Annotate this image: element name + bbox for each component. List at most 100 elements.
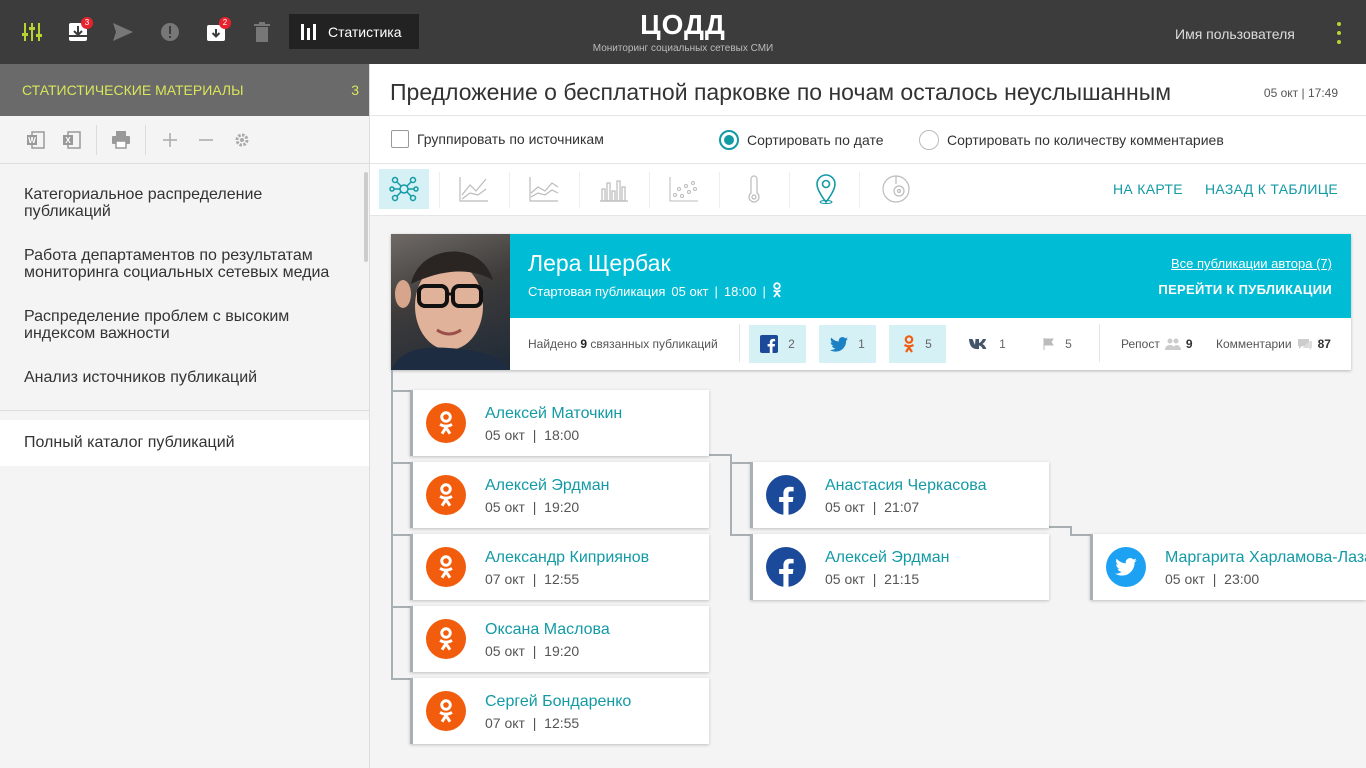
author-header: Лера Щербак Стартовая публикация 05 окт … — [510, 234, 1351, 318]
word-export-icon[interactable]: W — [24, 128, 48, 152]
vk-filter[interactable]: 1 — [959, 325, 1016, 363]
svg-text:W: W — [28, 136, 36, 145]
more-menu-icon[interactable] — [1330, 22, 1348, 44]
publication-date: 05 окт | 21:07 — [825, 499, 920, 515]
comments-count: 87 — [1317, 337, 1331, 351]
publication-author[interactable]: Александр Киприянов — [485, 549, 649, 567]
sort-by-date-option[interactable]: Сортировать по дате — [719, 130, 883, 150]
sidebar: СТАТИСТИЧЕСКИЕ МАТЕРИАЛЫ 3 W X Категориа… — [0, 64, 370, 768]
sidebar-item-full-catalog[interactable]: Полный каталог публикаций — [0, 420, 369, 466]
view-divider — [719, 172, 720, 208]
publication-author[interactable]: Анастасия Черкасова — [825, 477, 987, 495]
facebook-icon — [760, 335, 779, 353]
publication-card[interactable]: Сергей Бондаренко 07 окт | 12:55 — [410, 678, 709, 744]
sidebar-scrollbar[interactable] — [364, 172, 368, 262]
facebook-count: 2 — [788, 337, 795, 351]
publication-card[interactable]: Алексей Эрдман 05 окт | 19:20 — [410, 462, 709, 528]
network-graph-icon[interactable] — [379, 169, 429, 209]
excel-export-icon[interactable]: X — [60, 128, 84, 152]
area-chart-icon[interactable] — [519, 169, 569, 209]
tree-line — [391, 370, 393, 680]
send-icon[interactable] — [105, 14, 141, 50]
publication-card[interactable]: Алексей Маточкин 05 окт | 18:00 — [410, 390, 709, 456]
flag-filter[interactable]: 5 — [1029, 325, 1086, 363]
found-prefix: Найдено — [528, 337, 578, 351]
page-title: Предложение о бесплатной парковке по ноч… — [390, 79, 1172, 105]
user-name[interactable]: Имя пользователя — [1175, 26, 1295, 42]
publication-card[interactable]: Александр Киприянов 07 окт | 12:55 — [410, 534, 709, 600]
sort-by-comments-option[interactable]: Сортировать по количеству комментариев — [919, 130, 1224, 150]
sidebar-item-category-distribution[interactable]: Категориальное распределение публикаций — [0, 186, 369, 220]
sort-by-comments-radio[interactable] — [919, 130, 939, 150]
scatter-chart-icon[interactable] — [659, 169, 709, 209]
author-name[interactable]: Лера Щербак — [528, 250, 671, 277]
found-count: 9 — [580, 337, 588, 351]
thermometer-icon[interactable] — [729, 169, 779, 209]
publication-author[interactable]: Алексей Эрдман — [485, 477, 609, 495]
print-icon[interactable] — [109, 128, 133, 152]
sidebar-item-departments-work[interactable]: Работа департаментов по результатам мони… — [0, 247, 369, 281]
disc-chart-icon[interactable] — [871, 169, 921, 209]
inbox-download-button[interactable]: 3 — [60, 14, 96, 50]
back-to-table-link[interactable]: НАЗАД К ТАБЛИЦЕ — [1205, 181, 1338, 197]
title-row: Предложение о бесплатной парковке по ноч… — [370, 64, 1366, 116]
minus-icon[interactable] — [194, 128, 218, 152]
group-by-source-label: Группировать по источникам — [417, 131, 604, 147]
group-by-source-checkbox[interactable] — [391, 130, 409, 148]
odnoklassniki-icon — [772, 282, 782, 301]
plus-icon[interactable] — [158, 128, 182, 152]
facebook-filter[interactable]: 2 — [749, 325, 806, 363]
publication-card[interactable]: Анастасия Черкасова 05 окт | 21:07 — [750, 462, 1049, 528]
publication-author[interactable]: Маргарита Харламова-Лазарева — [1165, 549, 1366, 567]
view-divider — [649, 172, 650, 208]
group-by-source-option[interactable]: Группировать по источникам — [391, 130, 604, 148]
sort-by-date-radio[interactable] — [719, 130, 739, 150]
comments-label: Комментарии — [1216, 337, 1292, 351]
tree-line — [391, 390, 412, 392]
alert-icon[interactable] — [152, 14, 188, 50]
sidebar-item-problem-distribution[interactable]: Распределение проблем с высоким индексом… — [0, 308, 369, 342]
publication-author[interactable]: Оксана Маслова — [485, 621, 610, 639]
all-author-publications-link[interactable]: Все публикации автора (7) — [1171, 256, 1332, 271]
tree-line — [730, 462, 752, 464]
start-publication-time: 18:00 — [723, 284, 757, 299]
filter-sliders-icon[interactable] — [14, 14, 50, 50]
publication-date: 07 окт | 12:55 — [485, 571, 580, 587]
bar-chart-icon — [301, 23, 316, 40]
brand-subtitle: Мониторинг социальных сетевых СМИ — [592, 43, 774, 54]
publication-card[interactable]: Алексей Эрдман 05 окт | 21:15 — [750, 534, 1049, 600]
found-suffix: связанных публикаций — [590, 337, 718, 351]
publication-date: 05 окт | 19:20 — [485, 499, 580, 515]
start-publication-date: 05 окт — [671, 284, 709, 299]
svg-text:X: X — [65, 136, 71, 145]
tree-line — [730, 534, 752, 536]
odnoklassniki-filter[interactable]: 5 — [889, 325, 946, 363]
map-pin-icon[interactable] — [801, 169, 851, 209]
bar-chart-view-icon[interactable] — [589, 169, 639, 209]
gear-icon[interactable] — [230, 128, 254, 152]
start-publication-label: Стартовая публикация — [528, 284, 666, 299]
archive-button[interactable]: 2 — [198, 14, 234, 50]
twitter-filter[interactable]: 1 — [819, 325, 876, 363]
statistics-label: Статистика — [328, 23, 402, 40]
line-chart-icon[interactable] — [449, 169, 499, 209]
publication-author[interactable]: Сергей Бондаренко — [485, 693, 631, 711]
on-map-link[interactable]: НА КАРТЕ — [1113, 181, 1183, 197]
tree-line — [391, 678, 412, 680]
publication-card[interactable]: Оксана Маслова 05 окт | 19:20 — [410, 606, 709, 672]
flag-count: 5 — [1065, 337, 1072, 351]
publication-card[interactable]: Маргарита Харламова-Лазарева 05 окт | 23… — [1090, 534, 1366, 600]
publication-author[interactable]: Алексей Эрдман — [825, 549, 949, 567]
sort-options: Группировать по источникам Сортировать п… — [370, 116, 1366, 164]
publication-author[interactable]: Алексей Маточкин — [485, 405, 622, 423]
go-to-publication-link[interactable]: ПЕРЕЙТИ К ПУБЛИКАЦИИ — [1158, 282, 1332, 297]
statistics-tab[interactable]: Статистика — [289, 14, 419, 49]
sidebar-item-source-analysis[interactable]: Анализ источников публикаций — [0, 369, 281, 386]
sidebar-header[interactable]: СТАТИСТИЧЕСКИЕ МАТЕРИАЛЫ 3 — [0, 64, 369, 116]
sidebar-toolbar: W X — [0, 116, 369, 164]
repost-count: 9 — [1185, 337, 1193, 351]
author-avatar[interactable] — [391, 234, 510, 370]
tree-line — [1070, 534, 1092, 536]
twitter-count: 1 — [858, 337, 865, 351]
trash-icon[interactable] — [244, 14, 280, 50]
